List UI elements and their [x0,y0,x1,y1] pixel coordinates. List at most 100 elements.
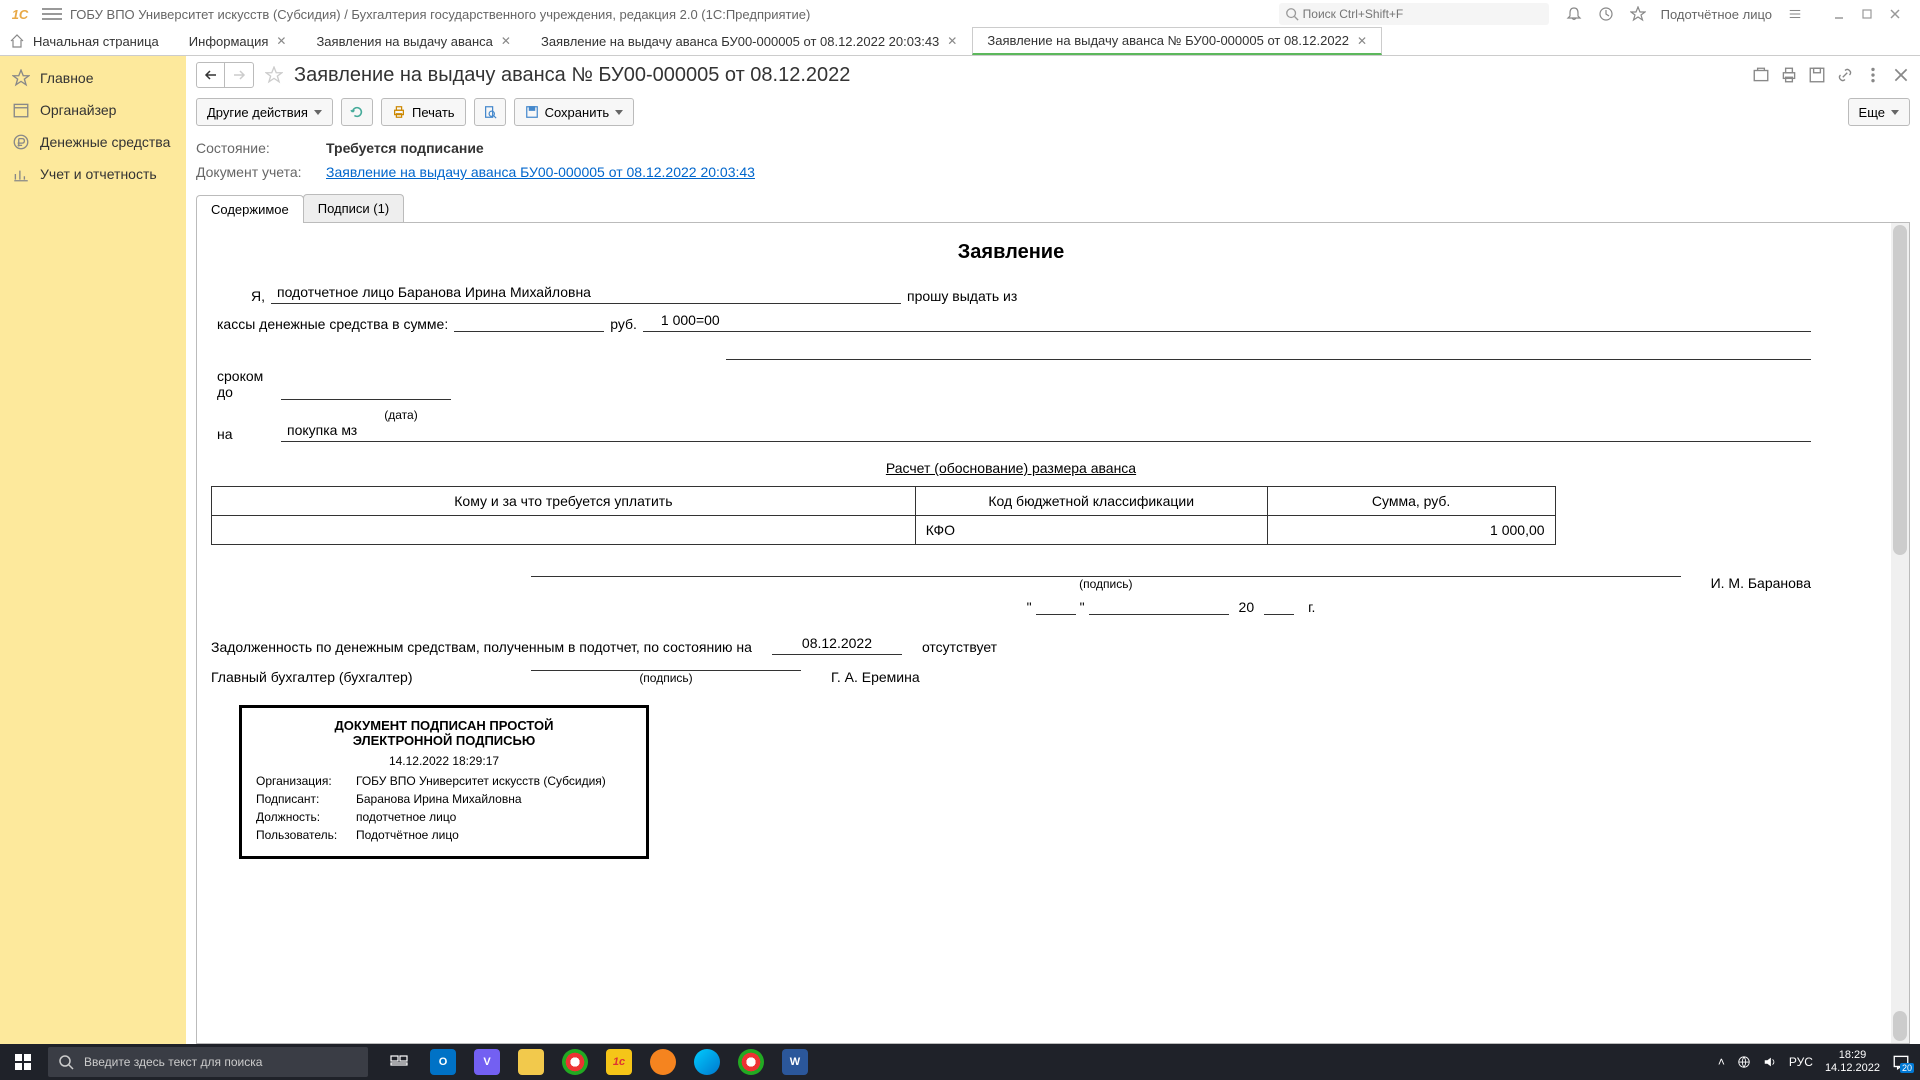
close-icon[interactable] [1884,3,1906,25]
star-icon [12,69,30,87]
send-icon[interactable] [1752,66,1770,84]
close-view-icon[interactable] [1892,66,1910,84]
sidebar: Главное Органайзер Денежные средства Уче… [0,56,186,1044]
chevron-down-icon [314,110,322,115]
tab-request-doc[interactable]: Заявление на выдачу аванса БУ00-000005 о… [526,27,972,55]
tab-label: Заявление на выдачу аванса БУ00-000005 о… [541,34,939,49]
print-button[interactable]: Печать [381,98,466,126]
scroll-thumb[interactable] [1893,225,1907,555]
calendar-icon [12,101,30,119]
chevron-down-icon [1891,110,1899,115]
preview-button[interactable] [474,98,506,126]
nav-money[interactable]: Денежные средства [0,126,186,158]
debt-text: Задолженность по денежным средствам, пол… [211,639,752,655]
blank-sum-div [454,312,604,332]
volume-icon[interactable] [1763,1055,1777,1069]
nav-main[interactable]: Главное [0,62,186,94]
nav-history [196,62,254,88]
nav-reports[interactable]: Учет и отчетность [0,158,186,190]
explorer-icon[interactable] [510,1044,552,1080]
nav-organizer[interactable]: Органайзер [0,94,186,126]
tab-home[interactable]: Начальная страница [0,27,174,55]
tab-label: Информация [189,34,269,49]
more-icon[interactable] [1864,66,1882,84]
page-title: Заявление на выдачу аванса № БУ00-000005… [294,64,1744,87]
bell-icon[interactable] [1565,5,1583,23]
star-icon[interactable] [1629,5,1647,23]
edge-icon[interactable] [686,1044,728,1080]
favorite-button[interactable] [262,63,286,87]
1c-icon[interactable]: 1c [598,1044,640,1080]
start-button[interactable] [0,1044,46,1080]
doc-ref-label: Документ учета: [196,164,316,180]
notifications-icon[interactable]: 20 [1892,1053,1910,1071]
chrome-icon[interactable] [554,1044,596,1080]
main-menu-icon[interactable] [42,4,62,24]
tab-close-icon[interactable]: ✕ [276,34,286,48]
tab-close-icon[interactable]: ✕ [947,34,957,48]
options-icon[interactable] [1786,5,1804,23]
save-icon[interactable] [1808,66,1826,84]
tab-requests-list[interactable]: Заявления на выдачу аванса ✕ [301,27,526,55]
refresh-button[interactable] [341,98,373,126]
clock[interactable]: 18:29 14.12.2022 [1825,1049,1880,1075]
scroll-thumb[interactable] [1893,1011,1907,1041]
app-icon[interactable] [642,1044,684,1080]
btn-label: Еще [1859,105,1885,120]
tab-request-print[interactable]: Заявление на выдачу аванса № БУ00-000005… [972,27,1382,55]
doc-tab-content[interactable]: Содержимое [196,195,304,223]
maximize-icon[interactable] [1856,3,1878,25]
minimize-icon[interactable] [1828,3,1850,25]
viber-icon[interactable]: V [466,1044,508,1080]
more-button[interactable]: Еще [1848,98,1910,126]
history-icon[interactable] [1597,5,1615,23]
stamp-datetime: 14.12.2022 18:29:17 [256,754,632,768]
tab-close-icon[interactable]: ✕ [501,34,511,48]
doc-ref-link[interactable]: Заявление на выдачу аванса БУ00-000005 о… [326,164,755,180]
tab-info[interactable]: Информация ✕ [174,27,302,55]
blank-line [726,340,1811,360]
word-icon[interactable]: W [774,1044,816,1080]
year20: 20 [1233,599,1261,615]
back-button[interactable] [197,63,225,87]
btn-label: Печать [412,105,455,120]
tab-close-icon[interactable]: ✕ [1357,34,1367,48]
doc-tab-signatures[interactable]: Подписи (1) [303,194,404,222]
windows-taskbar: Введите здесь текст для поиска O V 1c W … [0,1044,1920,1080]
nav-label: Главное [40,70,94,86]
currency: руб. [604,316,643,332]
date-caption: (дата) [281,408,521,422]
col-header: Сумма, руб. [1267,487,1555,516]
task-view-icon[interactable] [378,1044,420,1080]
language-indicator[interactable]: РУС [1789,1055,1813,1069]
stamp-title: ЭЛЕКТРОННОЙ ПОДПИСЬЮ [256,733,632,748]
global-search-input[interactable] [1279,3,1549,25]
purpose-field: покупка мз [281,422,1811,442]
link-icon[interactable] [1836,66,1854,84]
search-wrap [1279,3,1549,25]
col-header: Код бюджетной классификации [915,487,1267,516]
nav-label: Денежные средства [40,134,170,150]
calc-table: Кому и за что требуется уплатить Код бюд… [211,486,1811,545]
outlook-icon[interactable]: O [422,1044,464,1080]
chrome2-icon[interactable] [730,1044,772,1080]
debt-state: отсутствует [922,639,997,655]
sign-name: И. М. Баранова [1701,575,1811,591]
current-user[interactable]: Подотчётное лицо [1661,7,1772,22]
network-icon[interactable] [1737,1055,1751,1069]
tab-label: Начальная страница [33,34,159,49]
taskbar-search[interactable]: Введите здесь текст для поиска [48,1047,368,1077]
other-actions-button[interactable]: Другие действия [196,98,333,126]
col-header: Кому и за что требуется уплатить [212,487,916,516]
save-button[interactable]: Сохранить [514,98,635,126]
forward-button[interactable] [225,63,253,87]
scrollbar[interactable] [1891,223,1909,1043]
tray-chevron-icon[interactable]: ˄ [1718,1055,1725,1069]
ask-text: прошу выдать из [901,288,1023,304]
nav-label: Органайзер [40,102,116,118]
year-g: г. [1298,599,1315,615]
cash-text: кассы денежные средства в сумме: [211,316,454,332]
term-field [281,380,451,400]
print-icon[interactable] [1780,66,1798,84]
calc-caption: Расчет (обоснование) размера аванса [211,460,1811,476]
